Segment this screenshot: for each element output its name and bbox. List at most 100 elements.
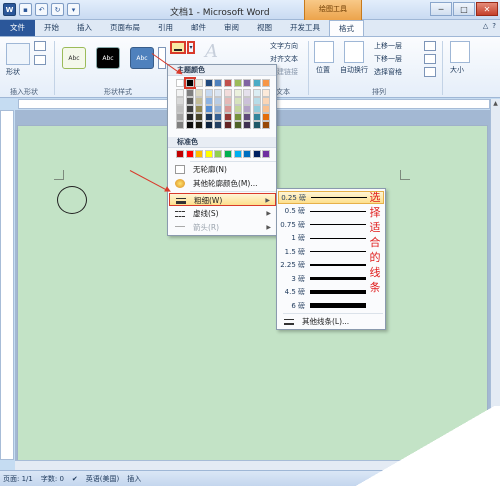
customize-qat-icon[interactable]: ▾ <box>67 3 80 16</box>
shape-style-3[interactable]: Abc <box>130 47 154 69</box>
save-icon[interactable]: ▪ <box>19 3 32 16</box>
shape-style-1[interactable]: Abc <box>62 47 86 69</box>
group-icon[interactable] <box>424 54 436 64</box>
text-direction-button[interactable]: 文字方向 <box>270 41 298 51</box>
color-swatch[interactable] <box>214 97 223 105</box>
send-backward-button[interactable]: 下移一层 <box>374 54 402 64</box>
tab-references[interactable]: 引用 <box>149 20 182 36</box>
color-swatch[interactable] <box>233 121 242 129</box>
no-outline-item[interactable]: 无轮廓(N) <box>169 163 276 176</box>
tab-developer[interactable]: 开发工具 <box>281 20 329 36</box>
position-label[interactable]: 位置 <box>316 65 330 75</box>
tab-file[interactable]: 文件 <box>0 20 35 36</box>
vertical-ruler[interactable] <box>0 110 14 460</box>
undo-icon[interactable]: ↶ <box>35 3 48 16</box>
color-swatch[interactable] <box>252 150 261 158</box>
color-swatch[interactable] <box>243 105 252 113</box>
color-swatch[interactable] <box>252 105 261 113</box>
color-swatch[interactable] <box>262 150 271 158</box>
color-swatch[interactable] <box>183 77 196 89</box>
word-count[interactable]: 字数: 0 <box>41 474 64 484</box>
bring-forward-button[interactable]: 上移一层 <box>374 41 402 51</box>
color-swatch[interactable] <box>204 121 213 129</box>
color-swatch[interactable] <box>195 89 204 97</box>
tab-review[interactable]: 审阅 <box>215 20 248 36</box>
position-button-icon[interactable] <box>314 41 334 63</box>
page-count[interactable]: 页面: 1/1 <box>3 474 33 484</box>
color-swatch[interactable] <box>214 113 223 121</box>
color-swatch[interactable] <box>176 79 184 87</box>
color-swatch[interactable] <box>233 89 242 97</box>
color-swatch[interactable] <box>252 121 261 129</box>
color-swatch[interactable] <box>223 121 232 129</box>
color-swatch[interactable] <box>185 97 194 105</box>
maximize-button[interactable]: □ <box>453 2 475 16</box>
color-swatch[interactable] <box>195 150 204 158</box>
tab-insert[interactable]: 插入 <box>68 20 101 36</box>
size-label[interactable]: 大小 <box>450 65 464 75</box>
align-icon[interactable] <box>424 41 436 51</box>
wrap-text-label[interactable]: 自动换行 <box>340 65 368 75</box>
tab-home[interactable]: 开始 <box>35 20 68 36</box>
color-swatch[interactable] <box>214 89 223 97</box>
color-swatch[interactable] <box>195 105 204 113</box>
size-button-icon[interactable] <box>450 41 470 63</box>
color-swatch[interactable] <box>233 105 242 113</box>
color-swatch[interactable] <box>204 105 213 113</box>
color-swatch[interactable] <box>214 121 223 129</box>
color-swatch[interactable] <box>185 113 194 121</box>
tab-page-layout[interactable]: 页面布局 <box>101 20 149 36</box>
color-swatch[interactable] <box>195 113 204 121</box>
selection-pane-button[interactable]: 选择窗格 <box>374 67 402 77</box>
color-swatch[interactable] <box>243 97 252 105</box>
color-swatch[interactable] <box>223 150 232 158</box>
help-icon[interactable]: ? <box>492 22 496 30</box>
ellipse-shape[interactable] <box>57 186 87 214</box>
color-swatch[interactable] <box>252 113 261 121</box>
color-swatch[interactable] <box>262 121 271 129</box>
color-swatch[interactable] <box>176 150 184 158</box>
scroll-up-icon[interactable]: ▲ <box>491 99 500 109</box>
weight-option[interactable]: 6 磅 <box>278 299 384 312</box>
close-button[interactable]: ✕ <box>476 2 498 16</box>
color-swatch[interactable] <box>195 97 204 105</box>
color-swatch[interactable] <box>185 105 194 113</box>
color-swatch[interactable] <box>233 113 242 121</box>
wrap-text-button-icon[interactable] <box>344 41 364 63</box>
tab-mailings[interactable]: 邮件 <box>182 20 215 36</box>
color-swatch[interactable] <box>204 79 213 87</box>
shape-outline-button[interactable] <box>170 41 186 54</box>
text-box-icon[interactable] <box>34 55 46 65</box>
color-swatch[interactable] <box>223 113 232 121</box>
color-swatch[interactable] <box>204 113 213 121</box>
color-swatch[interactable] <box>243 121 252 129</box>
more-lines-item[interactable]: 其他线条(L)... <box>278 315 384 328</box>
color-swatch[interactable] <box>195 121 204 129</box>
color-swatch[interactable] <box>176 113 184 121</box>
arrows-item[interactable]: 箭头(R) ▶ <box>169 221 276 234</box>
color-swatch[interactable] <box>243 89 252 97</box>
color-swatch[interactable] <box>223 97 232 105</box>
color-swatch[interactable] <box>204 97 213 105</box>
color-swatch[interactable] <box>214 105 223 113</box>
rotate-icon[interactable] <box>424 67 436 77</box>
minimize-ribbon-icon[interactable]: △ <box>483 22 488 30</box>
color-swatch[interactable] <box>176 105 184 113</box>
language-indicator[interactable]: 英语(美国) <box>86 474 119 484</box>
color-swatch[interactable] <box>233 97 242 105</box>
color-swatch[interactable] <box>243 150 252 158</box>
color-swatch[interactable] <box>185 150 194 158</box>
color-swatch[interactable] <box>223 79 232 87</box>
color-swatch[interactable] <box>176 97 184 105</box>
shape-outline-dropdown[interactable]: ▾ <box>187 41 195 54</box>
word-app-icon[interactable]: W <box>3 3 16 16</box>
color-swatch[interactable] <box>252 79 261 87</box>
color-swatch[interactable] <box>262 105 271 113</box>
color-swatch[interactable] <box>262 97 271 105</box>
color-swatch[interactable] <box>214 150 223 158</box>
tab-format[interactable]: 格式 <box>329 20 364 37</box>
color-swatch[interactable] <box>223 89 232 97</box>
tab-view[interactable]: 视图 <box>248 20 281 36</box>
color-swatch[interactable] <box>262 79 271 87</box>
shape-style-2[interactable]: Abc <box>96 47 120 69</box>
